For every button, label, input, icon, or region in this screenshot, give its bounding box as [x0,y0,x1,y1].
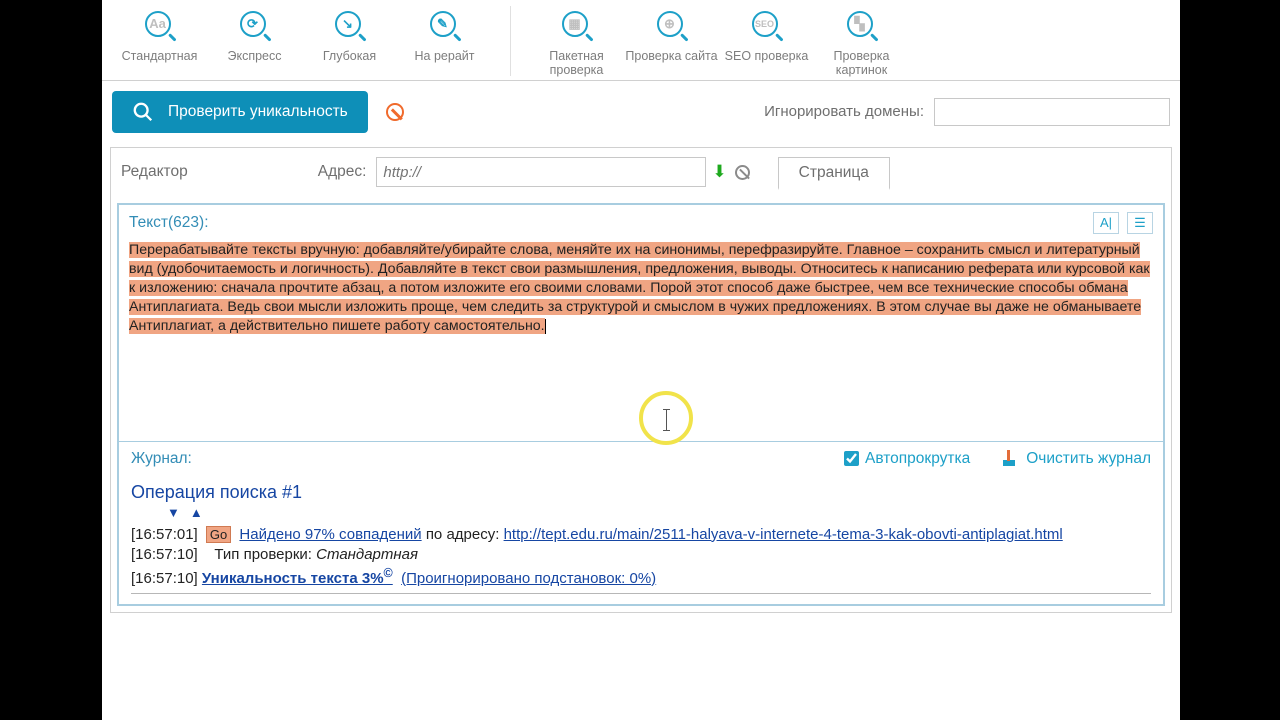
magnifier-icon: Aа [143,9,177,43]
check-uniqueness-button[interactable]: Проверить уникальность [112,91,368,133]
autoscroll-checkbox[interactable]: Автопрокрутка [844,450,970,468]
uniqueness-link[interactable]: Уникальность текста 3%© [202,570,393,587]
magnifier-icon: ⟳ [238,9,272,43]
toolbar-label: Пакетная проверка [529,49,624,78]
toolbar-label: Проверка сайта [625,49,717,63]
tab-page[interactable]: Страница [778,157,890,190]
stop-icon[interactable] [386,103,404,121]
toolbar-site[interactable]: ⊕ Проверка сайта [624,6,719,78]
cancel-icon[interactable] [735,165,750,180]
log-title: Журнал: [131,450,192,468]
toolbar-batch[interactable]: ▦ Пакетная проверка [529,6,624,78]
log-line-1: [16:57:01] Go Найдено 97% совпадений по … [131,526,1151,543]
operation-title: Операция поиска #1 [131,482,1151,503]
toolbar-seo[interactable]: SEO SEO проверка [719,6,814,78]
check-type-value: Стандартная [316,546,418,563]
magnifier-icon: ⊕ [655,9,689,43]
log-body: Операция поиска #1 ▼▲ [16:57:01] Go Найд… [119,476,1163,604]
timestamp: [16:57:10] [131,570,198,587]
magnifier-icon: ✎ [428,9,462,43]
log-line-3: [16:57:10] Уникальность текста 3%© (Прои… [131,566,1151,587]
autoscroll-input[interactable] [844,451,859,466]
toolbar-images[interactable]: ▚ Проверка картинок [814,6,909,78]
log-divider [131,593,1151,594]
go-badge[interactable]: Go [206,526,231,543]
ignored-link[interactable]: (Проигнорировано подстановок: 0%) [401,570,656,587]
text-editor-area[interactable]: Перерабатывайте тексты вручную: добавляй… [119,241,1163,441]
ignore-domains-label: Игнорировать домены: [764,103,924,120]
editor-panel: Редактор Адрес: ⬇ Страница Текст(623): A… [110,147,1172,613]
timestamp: [16:57:10] [131,546,198,563]
clear-log-button[interactable]: Очистить журнал [1000,450,1151,468]
toolbar-label: SEO проверка [725,49,809,63]
toolbar-express[interactable]: ⟳ Экспресс [207,6,302,63]
editor-label: Редактор [121,163,188,181]
toolbar-group-extra: ▦Пакетная проверка ⊕Проверка сайта SEOSE… [529,6,909,78]
check-button-label: Проверить уникальность [168,103,348,121]
toolbar-label: Глубокая [323,49,376,63]
sort-triangles[interactable]: ▼▲ [167,505,1151,520]
brush-icon [1000,450,1018,468]
ignore-domains-input[interactable] [934,98,1170,126]
magnifier-icon: ▦ [560,9,594,43]
download-icon[interactable]: ⬇ [712,162,726,182]
toolbar-label: На рерайт [415,49,475,63]
highlighted-text: Перерабатывайте тексты вручную: добавляй… [129,242,1150,335]
toolbar-label: Стандартная [122,49,198,63]
annotation-ring [639,391,693,445]
magnifier-icon: ↘ [333,9,367,43]
view-mode-list-icon[interactable]: ☰ [1127,212,1153,234]
clear-log-label: Очистить журнал [1026,450,1151,468]
editor-panel-head: Редактор Адрес: ⬇ Страница [111,148,1171,197]
toolbar-divider [510,6,511,76]
action-bar: Проверить уникальность Игнорировать доме… [102,81,1180,147]
magnifier-icon: SEO [750,9,784,43]
toolbar-deep[interactable]: ↘ Глубокая [302,6,397,63]
view-mode-a-icon[interactable]: A| [1093,212,1119,234]
text-counter-label: Текст(623): [129,214,209,232]
copyright-sup: © [384,566,393,580]
log-line-2: [16:57:10] Тип проверки: Стандартная [131,546,1151,563]
toolbar-label: Экспресс [227,49,281,63]
address-box [376,157,706,187]
text-cursor [545,319,546,334]
by-address-label: по адресу: [426,526,500,543]
text-subpanel: Текст(623): A| ☰ Перерабатывайте тексты … [117,203,1165,606]
text-counter-row: Текст(623): A| ☰ [119,205,1163,241]
found-link[interactable]: Найдено 97% совпадений [239,526,421,543]
top-toolbar: Aа Стандартная ⟳ Экспресс ↘ Глубокая ✎ На ре… [102,0,1180,81]
log-header: Журнал: Автопрокрутка Очистить журнал [119,441,1163,476]
autoscroll-label: Автопрокрутка [865,450,970,468]
toolbar-standard[interactable]: Aа Стандартная [112,6,207,63]
toolbar-group-checks: Aа Стандартная ⟳ Экспресс ↘ Глубокая ✎ На ре… [112,6,492,63]
match-url-link[interactable]: http://tept.edu.ru/main/2511-halyava-v-i… [504,526,1063,543]
search-icon [132,101,154,123]
address-label: Адрес: [318,163,367,181]
timestamp: [16:57:01] [131,526,198,543]
toolbar-label: Проверка картинок [814,49,909,78]
check-type-label: Тип проверки: [214,546,312,563]
toolbar-rewrite[interactable]: ✎ На рерайт [397,6,492,63]
address-input[interactable] [383,164,699,181]
magnifier-icon: ▚ [845,9,879,43]
